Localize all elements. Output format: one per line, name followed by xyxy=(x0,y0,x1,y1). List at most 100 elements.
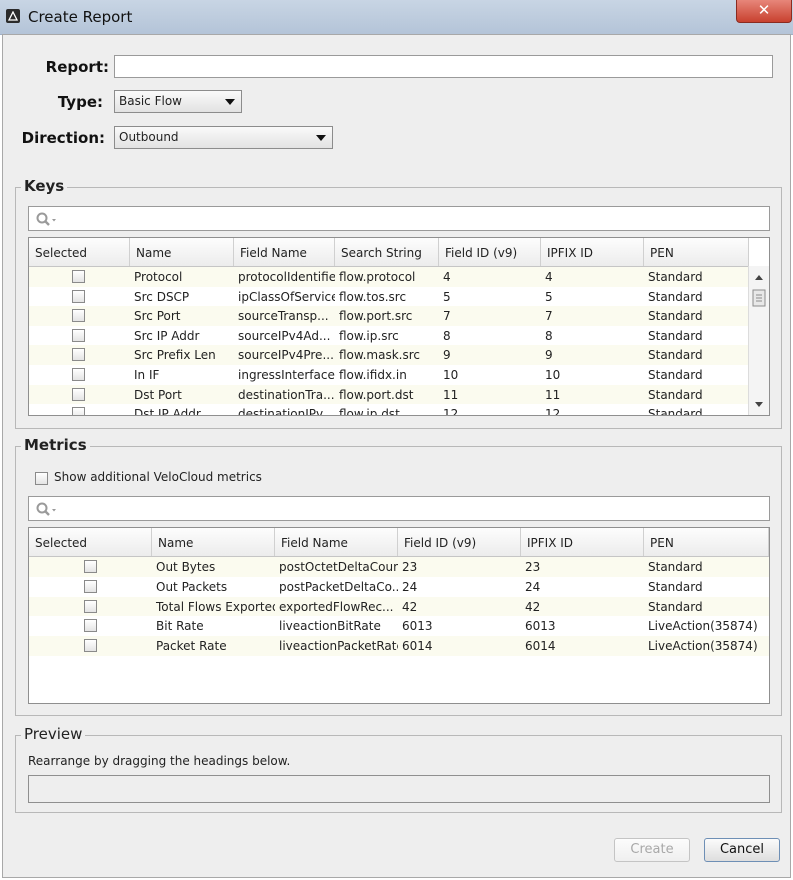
ipfix-id-cell: 12 xyxy=(545,407,561,416)
close-button[interactable]: ✕ xyxy=(736,0,792,23)
search-icon xyxy=(35,211,59,230)
pen-cell: Standard xyxy=(648,579,703,594)
pen-cell: LiveAction(35874) xyxy=(648,639,758,654)
table-row[interactable]: Total Flows Exported exportedFlowRec... 42… xyxy=(29,596,769,617)
field-id-cell: 5 xyxy=(443,289,451,304)
field-name-cell: protocolIdentifier xyxy=(238,270,335,284)
type-dropdown[interactable]: Basic Flow xyxy=(114,90,242,113)
table-row[interactable]: Dst IP Addr destinationIPv... flow.ip.dst 1… xyxy=(29,404,749,416)
table-row[interactable]: Src Port sourceTransp... flow.port.src 7 7 St… xyxy=(29,306,749,327)
column-header-name[interactable]: Name xyxy=(152,528,275,556)
chevron-down-icon xyxy=(225,99,235,105)
search-string-cell: flow.protocol xyxy=(339,270,416,284)
table-row[interactable]: Out Packets postPacketDeltaCo... 24 24 Stand… xyxy=(29,576,769,597)
show-velocloud-label: Show additional VeloCloud metrics xyxy=(54,470,262,484)
table-row[interactable]: Bit Rate liveactionBitRate 6013 6013 LiveAct… xyxy=(29,616,769,637)
keys-search-input[interactable] xyxy=(28,206,770,231)
ipfix-id-cell: 10 xyxy=(545,368,561,382)
metrics-search-input[interactable] xyxy=(28,496,770,521)
row-select-checkbox[interactable] xyxy=(72,270,85,283)
keys-scrollbar[interactable] xyxy=(748,266,769,415)
direction-dropdown[interactable]: Outbound xyxy=(114,126,333,149)
search-string-cell: flow.ip.src xyxy=(339,328,399,343)
row-select-checkbox[interactable] xyxy=(72,309,85,323)
column-header-ipfix-id[interactable]: IPFIX ID xyxy=(521,528,644,556)
pen-cell: Standard xyxy=(648,599,703,614)
column-header-selected[interactable]: Selected xyxy=(29,238,130,266)
row-select-checkbox[interactable] xyxy=(84,619,97,633)
name-cell: Protocol xyxy=(134,270,183,284)
table-row[interactable]: Src Prefix Len sourceIPv4Pre... flow.mask.… xyxy=(29,345,749,366)
column-header-field-name[interactable]: Field Name xyxy=(275,528,398,556)
column-header-field-name[interactable]: Field Name xyxy=(234,238,335,266)
search-string-cell: flow.ifidx.in xyxy=(339,368,407,382)
row-select-checkbox[interactable] xyxy=(84,579,97,593)
name-cell: Out Bytes xyxy=(156,560,216,574)
column-header-field-id[interactable]: Field ID (v9) xyxy=(398,528,521,556)
row-select-checkbox[interactable] xyxy=(72,368,85,381)
report-label: Report: xyxy=(45,58,109,76)
row-select-checkbox[interactable] xyxy=(72,348,85,362)
field-name-cell: ipClassOfService xyxy=(238,289,335,304)
column-header-search-string[interactable]: Search String xyxy=(335,238,439,266)
ipfix-id-cell: 24 xyxy=(525,579,541,594)
pen-cell: Standard xyxy=(648,270,703,284)
field-name-cell: destinationTra... xyxy=(238,387,335,402)
field-name-cell: sourceTransp... xyxy=(238,309,329,324)
row-select-checkbox[interactable] xyxy=(84,560,97,573)
name-cell: Dst Port xyxy=(134,387,182,402)
pen-cell: Standard xyxy=(648,309,703,324)
row-select-checkbox[interactable] xyxy=(84,639,97,653)
table-row[interactable]: Dst Port destinationTra... flow.port.dst 11… xyxy=(29,384,749,405)
preview-headings-area[interactable] xyxy=(28,775,770,803)
field-name-cell: destinationIPv... xyxy=(238,407,334,416)
preview-hint: Rearrange by dragging the headings below… xyxy=(28,754,291,768)
keys-table-header: Selected Name Field Name Search String F… xyxy=(29,238,749,267)
name-cell: Packet Rate xyxy=(156,639,227,654)
cancel-button[interactable]: Cancel xyxy=(704,838,780,862)
column-header-pen[interactable]: PEN xyxy=(644,238,749,266)
column-header-pen[interactable]: PEN xyxy=(644,528,769,556)
search-icon xyxy=(35,501,59,520)
create-button[interactable]: Create xyxy=(614,838,690,862)
pen-cell: LiveAction(35874) xyxy=(648,619,758,634)
table-row[interactable]: Packet Rate liveactionPacketRate 6014 6014 L… xyxy=(29,636,769,657)
pen-cell: Standard xyxy=(648,407,703,416)
table-row[interactable]: In IF ingressInterface flow.ifidx.in 10 10 St… xyxy=(29,365,749,385)
name-cell: Out Packets xyxy=(156,579,228,594)
create-report-dialog: Report: Type: Basic Flow Direction: Outb… xyxy=(2,34,791,878)
field-name-cell: exportedFlowRec... xyxy=(279,599,394,614)
column-header-selected[interactable]: Selected xyxy=(29,528,152,556)
table-row[interactable]: Protocol protocolIdentifier flow.protocol 4… xyxy=(29,267,749,287)
ipfix-id-cell: 7 xyxy=(545,309,553,324)
search-string-cell: flow.ip.dst xyxy=(339,407,400,416)
row-select-checkbox[interactable] xyxy=(72,407,85,415)
keys-table: Selected Name Field Name Search String F… xyxy=(28,237,770,416)
type-dropdown-value: Basic Flow xyxy=(119,94,182,108)
search-string-cell: flow.mask.src xyxy=(339,348,421,363)
type-label: Type: xyxy=(57,93,103,111)
table-row[interactable]: Out Bytes postOctetDeltaCount 23 23 Standard xyxy=(29,557,769,577)
scroll-up-icon xyxy=(755,275,763,280)
row-select-checkbox[interactable] xyxy=(72,328,85,342)
row-select-checkbox[interactable] xyxy=(72,289,85,303)
field-id-cell: 23 xyxy=(402,560,418,574)
table-row[interactable]: Src IP Addr sourceIPv4Ad... flow.ip.src 8 8 S… xyxy=(29,325,749,346)
pen-cell: Standard xyxy=(648,348,703,363)
chevron-down-icon xyxy=(316,135,326,141)
app-logo-icon xyxy=(6,9,20,23)
table-row[interactable]: Src DSCP ipClassOfService flow.tos.src 5 5 St… xyxy=(29,286,749,307)
column-header-name[interactable]: Name xyxy=(130,238,234,266)
report-name-input[interactable] xyxy=(114,55,773,78)
column-header-ipfix-id[interactable]: IPFIX ID xyxy=(541,238,644,266)
search-string-cell: flow.port.dst xyxy=(339,387,414,402)
show-velocloud-checkbox[interactable] xyxy=(35,472,48,485)
row-select-checkbox[interactable] xyxy=(84,599,97,613)
row-select-checkbox[interactable] xyxy=(72,387,85,401)
title-bar: Create Report ✕ xyxy=(0,0,793,35)
column-header-field-id[interactable]: Field ID (v9) xyxy=(439,238,541,266)
name-cell: Total Flows Exported xyxy=(156,599,275,614)
scroll-down-icon xyxy=(755,402,763,407)
ipfix-id-cell: 42 xyxy=(525,599,541,614)
field-id-cell: 6013 xyxy=(402,619,433,634)
